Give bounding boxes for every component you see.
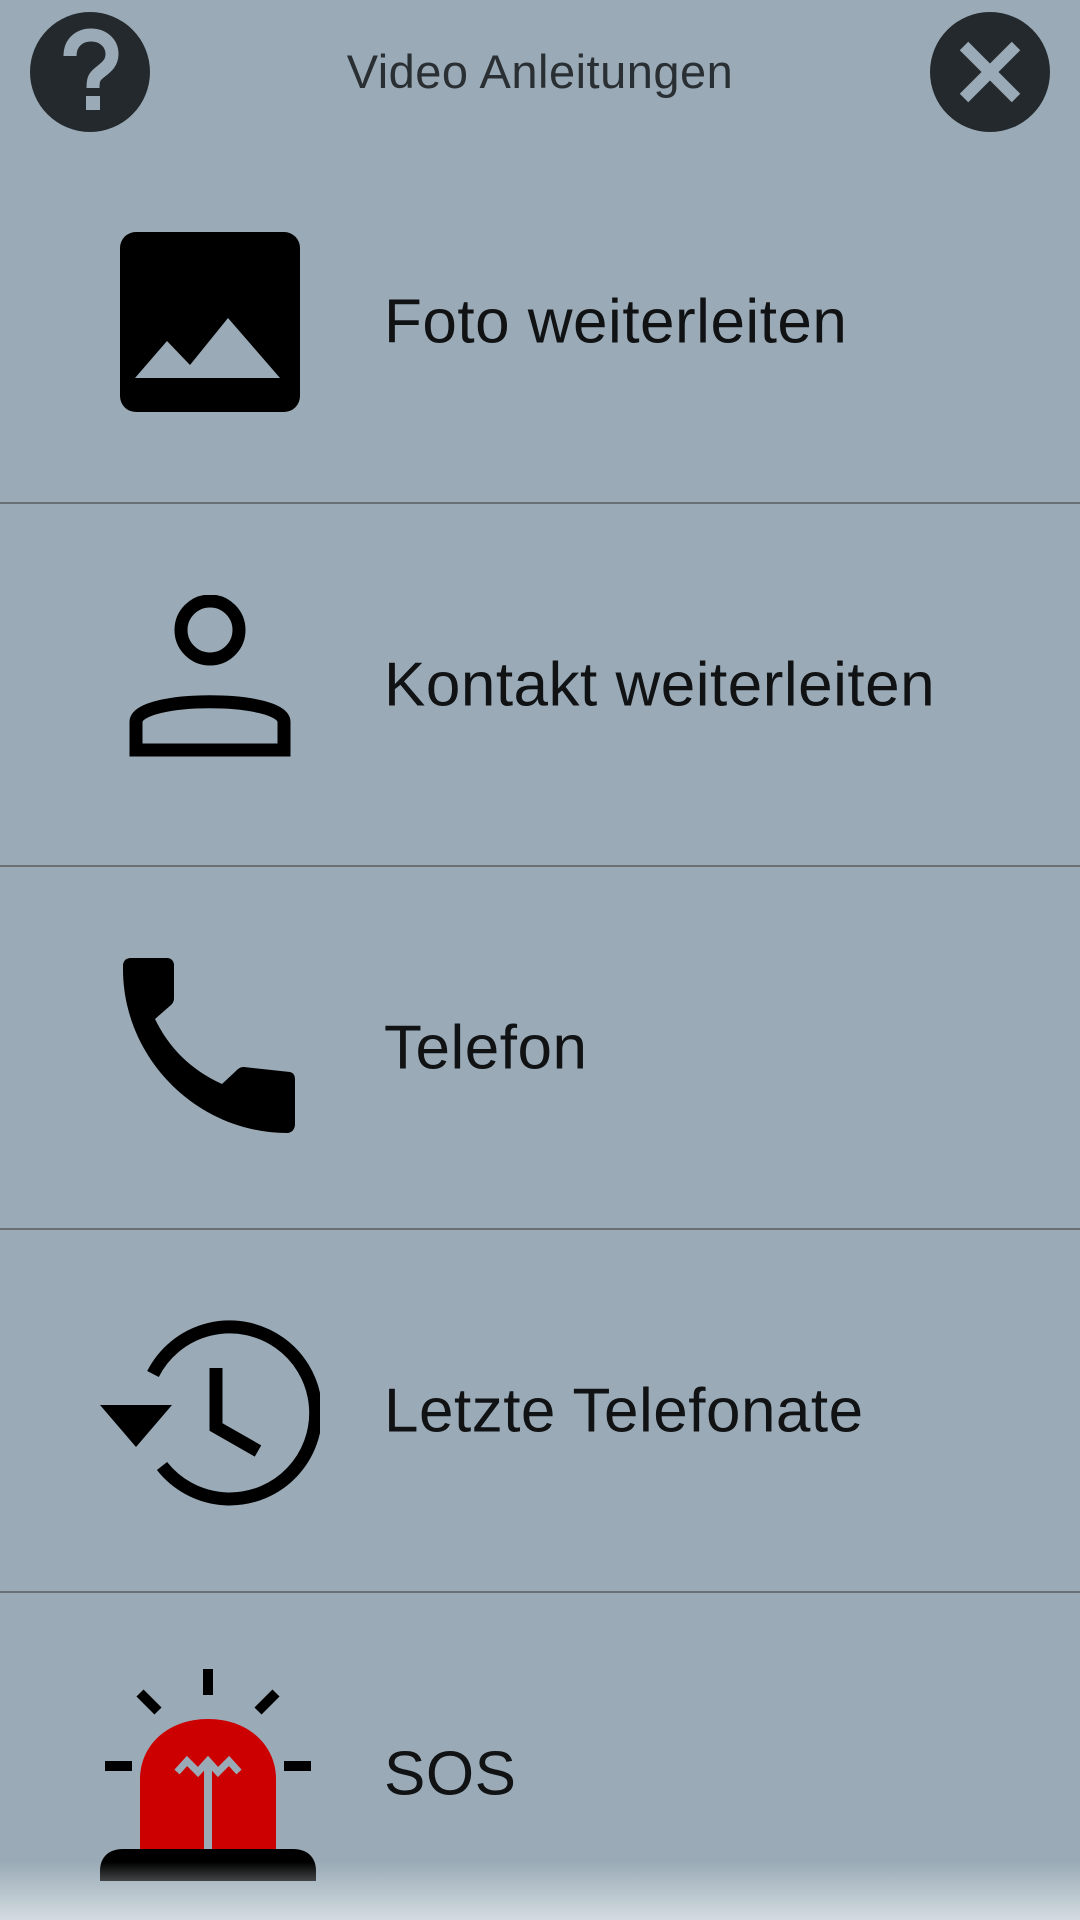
history-icon	[95, 1296, 325, 1526]
list-item-label: Kontakt weiterleiten	[384, 650, 936, 719]
person-icon	[95, 570, 325, 800]
header-bar: Video Anleitungen	[0, 0, 1080, 148]
list-item-label: Telefon	[384, 1013, 588, 1082]
list-item-recent-calls[interactable]: Letzte Telefonate	[0, 1230, 1080, 1593]
list-item-label: Foto weiterleiten	[384, 287, 848, 356]
close-x-icon	[959, 41, 1021, 103]
tutorial-list: Foto weiterleiten Kontakt weiterleiten T…	[0, 141, 1080, 1920]
list-item-photo-forward[interactable]: Foto weiterleiten	[0, 141, 1080, 504]
list-item-label: SOS	[384, 1739, 517, 1808]
app-screen: Video Anleitungen Foto weiterleiten Kont…	[0, 0, 1080, 1920]
close-button[interactable]	[930, 12, 1050, 132]
help-button[interactable]	[30, 12, 150, 132]
photo-icon	[95, 207, 325, 437]
sos-siren-icon	[95, 1659, 325, 1889]
list-item-label: Letzte Telefonate	[384, 1376, 864, 1445]
list-item-phone[interactable]: Telefon	[0, 867, 1080, 1230]
phone-icon	[95, 933, 325, 1163]
list-item-sos[interactable]: SOS	[0, 1593, 1080, 1920]
page-title: Video Anleitungen	[346, 45, 734, 98]
list-item-contact-forward[interactable]: Kontakt weiterleiten	[0, 504, 1080, 867]
question-mark-icon	[63, 28, 119, 110]
